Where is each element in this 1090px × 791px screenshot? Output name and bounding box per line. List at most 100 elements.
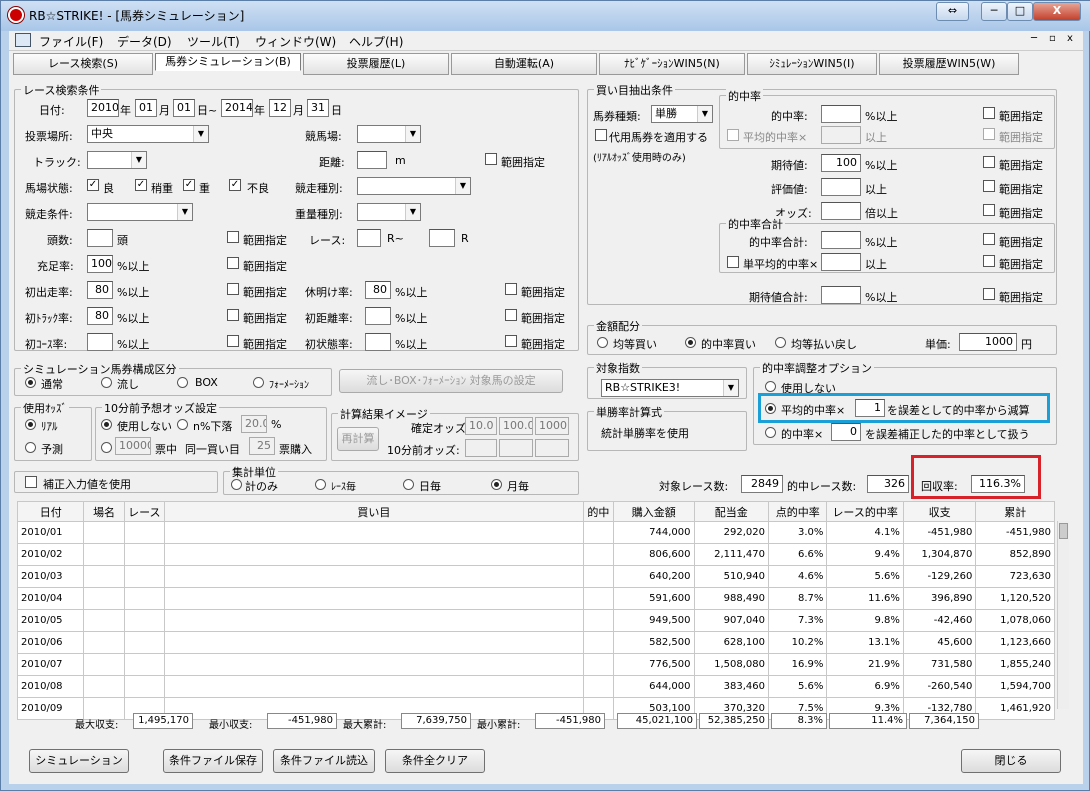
tab-vote-history-win5[interactable]: 投票履歴WIN5(W) [879,53,1019,75]
agg-total-radio[interactable] [231,479,242,490]
close-window-button[interactable]: X [1033,2,1081,21]
child-restore-button[interactable]: ▫ [1049,33,1056,44]
child-close-button[interactable]: x [1067,33,1073,44]
venue-select[interactable]: 中央 ▼ [87,125,209,143]
menu-file[interactable]: ファイル(F) [39,33,103,50]
first-track-input[interactable]: 80 [87,307,113,325]
weight-type-select[interactable]: ▼ [357,203,421,221]
col-venue[interactable]: 場名 [83,501,125,522]
course-select[interactable]: ▼ [357,125,421,143]
first-dist-input[interactable] [365,307,391,325]
pre10-not-use-radio[interactable] [101,419,112,430]
pre10-same-input[interactable]: 25 [249,437,275,455]
load-conditions-button[interactable]: 条件ファイル読込 [273,749,375,773]
pre10-votes-input[interactable]: 10000 [115,437,151,455]
date-to-day[interactable]: 31 [307,99,329,117]
adjust-hit-input[interactable]: 0 [831,423,861,441]
race-to-input[interactable] [429,229,455,247]
table-row[interactable]: 2010/06 582,500 628,100 10.2% 13.1% 45,600 1,1… [16,631,1055,654]
single-avg-range-checkbox[interactable] [983,255,995,267]
cond-heavy-checkbox[interactable]: ✓ [183,179,195,191]
expect-range-checkbox[interactable] [983,156,995,168]
unit-price-input[interactable]: 1000 [959,333,1017,351]
date-from-year[interactable]: 2010 [87,99,119,117]
cond-slight-checkbox[interactable]: ✓ [135,179,147,191]
table-row[interactable]: 2010/03 640,200 510,940 4.6% 5.6% -129,260 723… [16,565,1055,588]
expect-input[interactable]: 100 [821,154,861,172]
target-index-select[interactable]: RB☆STRIKE3! ▼ [601,379,739,397]
pre10-drop-input[interactable]: 20.0 [241,415,267,433]
maximize-button[interactable]: □ [1007,2,1033,21]
rest-range-checkbox[interactable] [505,283,517,295]
fill-rate-input[interactable]: 100 [87,255,113,273]
track-select[interactable]: ▼ [87,151,147,169]
adjust-hit-radio[interactable] [765,427,776,438]
date-from-day[interactable]: 01 [173,99,195,117]
table-row[interactable]: 2010/04 591,600 988,490 8.7% 11.6% 396,890 1,1… [16,587,1055,610]
avg-hit-range-checkbox[interactable] [983,128,995,140]
col-point-hit[interactable]: 点的中率 [768,501,828,522]
cond-bad-checkbox[interactable]: ✓ [229,179,241,191]
odds-range-checkbox[interactable] [983,204,995,216]
table-row[interactable]: 2010/02 806,600 2,111,470 6.6% 9.4% 1,304,870… [16,543,1055,566]
comp-formation-radio[interactable] [253,377,264,388]
first-course-input[interactable] [87,333,113,351]
recalculate-button[interactable]: 再計算 [337,427,379,451]
first-run-input[interactable]: 80 [87,281,113,299]
restore-size-icon[interactable]: ⇔ [936,2,969,21]
avg-hit-checkbox[interactable] [727,129,739,141]
simulate-button[interactable]: シミュレーション [29,749,129,773]
col-purchase[interactable]: 購入金額 [612,501,695,522]
col-race-hit[interactable]: レース的中率 [826,501,904,522]
menu-data[interactable]: データ(D) [117,33,172,50]
odds-real-radio[interactable] [25,419,36,430]
tab-ticket-simulation[interactable]: 馬券シミュレーション(B) [155,53,301,71]
target-horse-settings-button[interactable]: 流し･BOX･ﾌｫｰﾒｰｼｮﾝ 対象馬の設定 [339,369,563,393]
odds-forecast-radio[interactable] [25,442,36,453]
tab-race-search[interactable]: レース検索(S) [13,53,153,75]
heads-range-checkbox[interactable] [227,231,239,243]
menu-tools[interactable]: ツール(T) [187,33,240,50]
correction-checkbox[interactable] [25,476,37,488]
child-minimize-button[interactable]: ─ [1031,33,1037,44]
table-row[interactable]: 2010/05 949,500 907,040 7.3% 9.8% -42,460 1,07… [16,609,1055,632]
col-cumulative[interactable]: 累計 [975,501,1055,522]
single-avg-input[interactable] [821,253,861,271]
race-from-input[interactable] [357,229,381,247]
date-from-month[interactable]: 01 [135,99,157,117]
first-course-range-checkbox[interactable] [227,335,239,347]
cond-good-checkbox[interactable]: ✓ [87,179,99,191]
table-row[interactable]: 2010/08 644,000 383,460 5.6% 6.9% -260,540 1,5… [16,675,1055,698]
scroll-thumb[interactable] [1059,523,1068,539]
expect-sum-range-checkbox[interactable] [983,288,995,300]
col-bet[interactable]: 買い目 [163,501,584,522]
comp-box-radio[interactable] [177,377,188,388]
expect-sum-input[interactable] [821,286,861,304]
col-race[interactable]: レース [123,501,165,522]
clear-conditions-button[interactable]: 条件全クリア [385,749,485,773]
hit-rate-range-checkbox[interactable] [983,107,995,119]
col-date[interactable]: 日付 [16,501,85,522]
hit-rate-input[interactable] [821,105,861,123]
col-hit[interactable]: 的中 [582,501,614,522]
money-equal-payout-radio[interactable] [775,337,786,348]
table-row[interactable]: 2010/07 776,500 1,508,080 16.9% 21.9% 731,580… [16,653,1055,676]
tab-vote-history[interactable]: 投票履歴(L) [303,53,449,75]
save-conditions-button[interactable]: 条件ファイル保存 [163,749,263,773]
close-button[interactable]: 閉じる [961,749,1061,773]
money-hitrate-radio[interactable] [685,337,696,348]
first-track-range-checkbox[interactable] [227,309,239,321]
ticket-type-select[interactable]: 単勝 ▼ [651,105,713,123]
money-equal-radio[interactable] [597,337,608,348]
race-condition-select[interactable]: ▼ [87,203,193,221]
date-to-year[interactable]: 2014 [221,99,253,117]
substitute-checkbox[interactable] [595,129,607,141]
table-row[interactable]: 2010/01 744,000 292,020 3.0% 4.1% -451,980 -45… [16,521,1055,544]
table-scrollbar[interactable] [1057,521,1069,709]
pre10-drop-radio[interactable] [177,419,188,430]
rest-rate-input[interactable]: 80 [365,281,391,299]
menu-window[interactable]: ウィンドウ(W) [255,33,336,50]
hit-sum-range-checkbox[interactable] [983,233,995,245]
fill-range-checkbox[interactable] [227,257,239,269]
hit-sum-input[interactable] [821,231,861,249]
